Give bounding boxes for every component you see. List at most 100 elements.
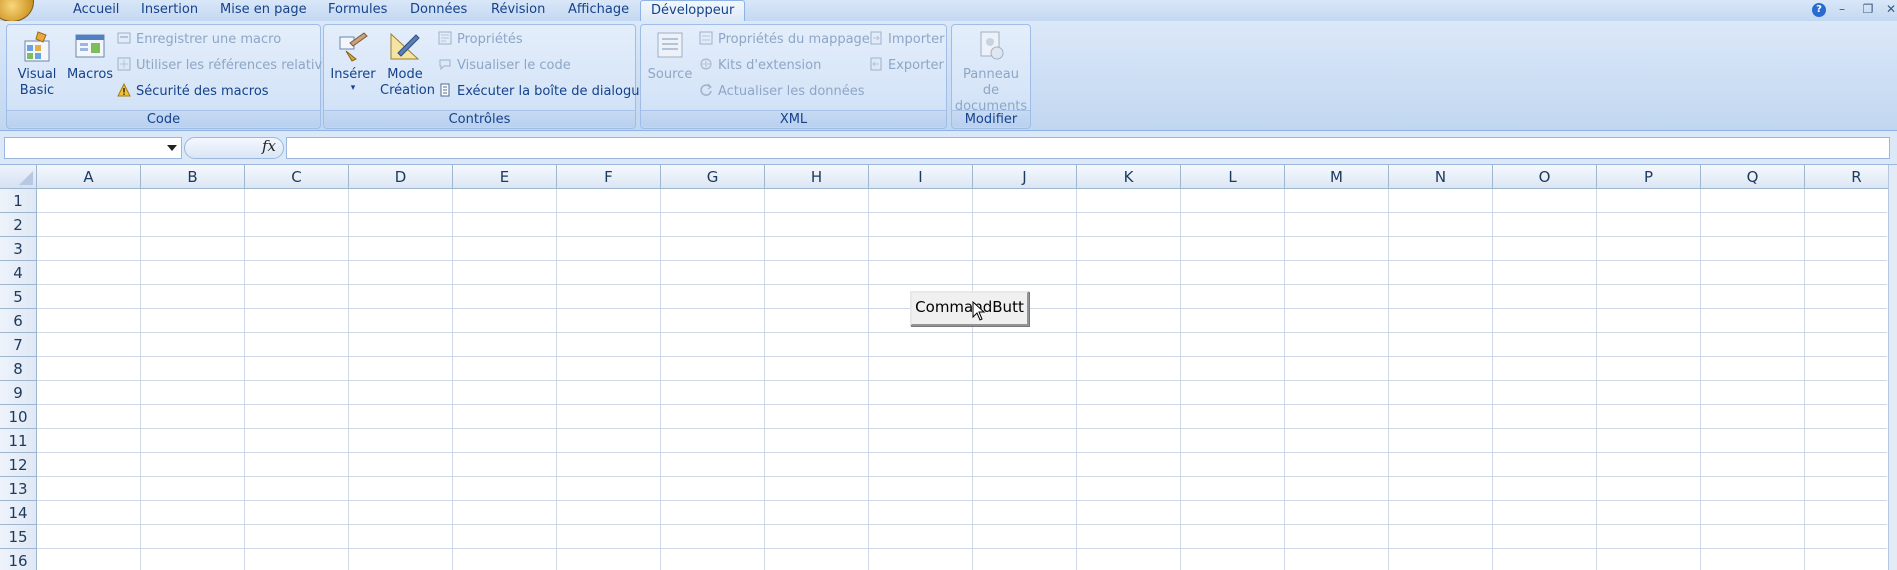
name-box-dropdown-icon[interactable]	[167, 145, 177, 151]
column-header-i[interactable]: I	[869, 165, 973, 189]
properties-icon	[438, 31, 452, 45]
map-properties-label: Propriétés du mappage	[718, 32, 870, 47]
visual-basic-button[interactable]: Visual Basic	[13, 29, 61, 99]
visual-basic-label-1: Visual	[17, 67, 57, 82]
column-header-a[interactable]: A	[37, 165, 141, 189]
relative-references-button[interactable]: Utiliser les références relatives	[117, 55, 337, 77]
row-header-3[interactable]: 3	[0, 237, 37, 261]
name-box[interactable]	[4, 137, 182, 159]
group-code-label: Code	[7, 110, 320, 127]
group-controles-label: Contrôles	[324, 110, 635, 127]
column-header-q[interactable]: Q	[1701, 165, 1805, 189]
refresh-icon	[700, 83, 712, 96]
row-header-5[interactable]: 5	[0, 285, 37, 309]
record-macro-label: Enregistrer une macro	[136, 32, 282, 47]
row-header-8[interactable]: 8	[0, 357, 37, 381]
row-header-1[interactable]: 1	[0, 189, 37, 213]
export-button[interactable]: Exporter	[869, 55, 944, 77]
document-panel-button[interactable]: Panneau de documents	[954, 29, 1028, 115]
select-all-corner[interactable]	[0, 165, 37, 189]
column-header-o[interactable]: O	[1493, 165, 1597, 189]
design-mode-icon	[390, 32, 420, 60]
run-dialog-label: Exécuter la boîte de dialogue	[457, 84, 648, 99]
office-button[interactable]	[0, 0, 34, 22]
tab-mise-en-page[interactable]: Mise en page	[216, 0, 311, 21]
column-header-c[interactable]: C	[245, 165, 349, 189]
view-code-icon	[439, 59, 451, 71]
column-header-e[interactable]: E	[453, 165, 557, 189]
row-header-7[interactable]: 7	[0, 333, 37, 357]
tab-revision[interactable]: Révision	[487, 0, 549, 21]
view-code-button[interactable]: Visualiser le code	[438, 55, 571, 77]
visual-basic-label-2: Basic	[19, 83, 55, 98]
tab-developpeur[interactable]: Développeur	[640, 0, 746, 22]
properties-button[interactable]: Propriétés	[438, 29, 523, 51]
macros-label: Macros	[66, 67, 114, 82]
column-header-p[interactable]: P	[1597, 165, 1701, 189]
column-header-b[interactable]: B	[141, 165, 245, 189]
row-header-15[interactable]: 15	[0, 525, 37, 549]
column-header-d[interactable]: D	[349, 165, 453, 189]
design-mode-button[interactable]: Mode Création	[380, 29, 435, 99]
macro-security-button[interactable]: Sécurité des macros	[117, 81, 269, 103]
group-modifier-label: Modifier	[952, 110, 1030, 127]
row-header-14[interactable]: 14	[0, 501, 37, 525]
refresh-data-button[interactable]: Actualiser les données	[699, 81, 865, 103]
row-header-6[interactable]: 6	[0, 309, 37, 333]
row-header-2[interactable]: 2	[0, 213, 37, 237]
column-header-j[interactable]: J	[973, 165, 1077, 189]
close-icon[interactable]: ✕	[1883, 2, 1897, 16]
map-properties-icon	[699, 31, 713, 45]
row-header-10[interactable]: 10	[0, 405, 37, 429]
macro-security-label: Sécurité des macros	[136, 84, 269, 99]
formula-bar: fx	[0, 131, 1897, 165]
column-header-m[interactable]: M	[1285, 165, 1389, 189]
xml-source-label: Source	[647, 67, 693, 82]
insert-control-icon	[339, 32, 368, 62]
row-header-16[interactable]: 16	[0, 549, 37, 570]
column-header-g[interactable]: G	[661, 165, 765, 189]
vertical-scrollbar[interactable]	[1888, 165, 1897, 570]
expansion-packs-label: Kits d'extension	[718, 58, 822, 73]
run-dialog-icon	[440, 83, 450, 97]
map-properties-button[interactable]: Propriétés du mappage	[699, 29, 870, 51]
tab-donnees[interactable]: Données	[406, 0, 471, 21]
column-header-l[interactable]: L	[1181, 165, 1285, 189]
group-modifier: Panneau de documents Modifier	[951, 24, 1031, 129]
restore-icon[interactable]: ❐	[1860, 2, 1876, 16]
insert-control-button[interactable]: Insérer ▾	[330, 29, 376, 93]
column-header-f[interactable]: F	[557, 165, 661, 189]
import-icon	[870, 31, 882, 45]
insert-function-icon[interactable]: fx	[262, 137, 276, 155]
tab-affichage[interactable]: Affichage	[564, 0, 633, 21]
xml-source-icon	[657, 32, 683, 58]
xml-source-button[interactable]: Source	[645, 29, 695, 83]
cells-area[interactable]	[37, 189, 1887, 570]
minimize-icon[interactable]: –	[1834, 2, 1850, 16]
insert-dropdown-icon: ▾	[350, 83, 356, 93]
column-header-h[interactable]: H	[765, 165, 869, 189]
column-header-n[interactable]: N	[1389, 165, 1493, 189]
group-code: Visual Basic Macros Enregistrer une macr…	[6, 24, 337, 129]
column-header-r[interactable]: R	[1805, 165, 1897, 189]
help-icon[interactable]: ?	[1812, 3, 1826, 17]
row-header-4[interactable]: 4	[0, 261, 37, 285]
row-header-13[interactable]: 13	[0, 477, 37, 501]
visual-basic-icon	[24, 31, 50, 62]
tab-insertion[interactable]: Insertion	[137, 0, 202, 21]
tab-formules[interactable]: Formules	[324, 0, 391, 21]
tab-accueil[interactable]: Accueil	[69, 0, 123, 21]
macros-button[interactable]: Macros	[63, 29, 117, 83]
formula-input[interactable]	[286, 137, 1890, 159]
row-header-12[interactable]: 12	[0, 453, 37, 477]
command-button-control[interactable]: CommandButt	[910, 291, 1029, 326]
expansion-packs-button[interactable]: Kits d'extension	[699, 55, 821, 77]
row-header-11[interactable]: 11	[0, 429, 37, 453]
ribbon: Visual Basic Macros Enregistrer une macr…	[0, 21, 1897, 131]
column-header-k[interactable]: K	[1077, 165, 1181, 189]
row-header-9[interactable]: 9	[0, 381, 37, 405]
run-dialog-button[interactable]: Exécuter la boîte de dialogue	[438, 81, 648, 103]
import-button[interactable]: Importer	[869, 29, 945, 51]
record-macro-button[interactable]: Enregistrer une macro	[117, 29, 281, 51]
view-code-label: Visualiser le code	[457, 58, 571, 73]
